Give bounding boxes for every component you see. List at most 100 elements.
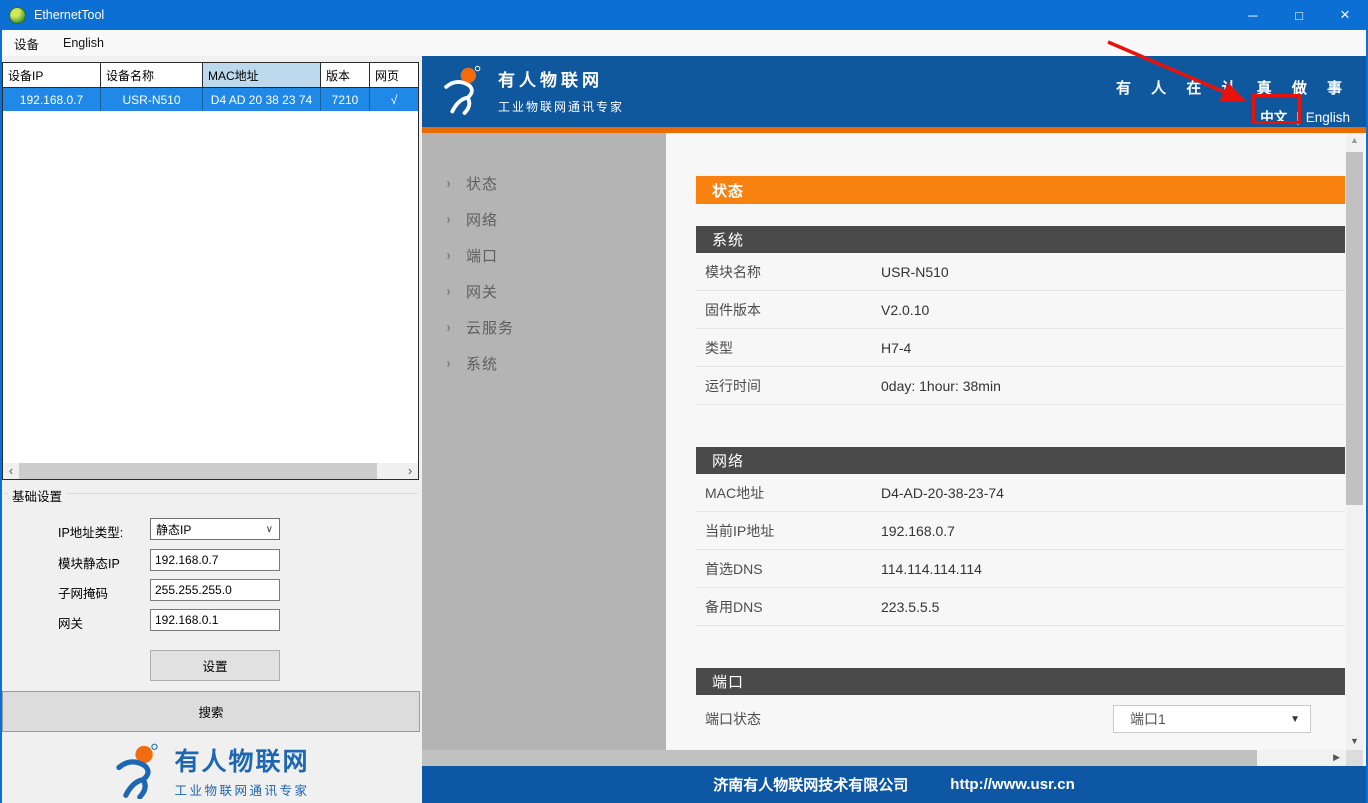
chevron-right-icon: › xyxy=(447,211,451,228)
device-list-hscrollbar[interactable]: ‹ › xyxy=(3,463,418,479)
static-ip-label: 模块静态IP xyxy=(58,553,120,572)
web-footer: 济南有人物联网技术有限公司 http://www.usr.cn xyxy=(422,766,1366,803)
lang-separator: | xyxy=(1296,110,1300,125)
nav-item[interactable]: › 云服务 xyxy=(422,309,666,345)
left-logo-slogan: 工业物联网通讯专家 xyxy=(174,780,309,799)
nav-item-label: 系统 xyxy=(466,353,498,374)
static-ip-field[interactable] xyxy=(150,549,280,571)
lang-chinese-link[interactable]: 中文 xyxy=(1260,110,1296,125)
search-button[interactable]: 搜索 xyxy=(2,691,420,732)
usr-logo: 有人物联网 工业物联网通讯专家 xyxy=(2,738,420,803)
content-section: 系统 模块名称 USR-N510 固件版本 V2.0.10 类型 H7-4 运行… xyxy=(696,226,1345,405)
chevron-right-icon: › xyxy=(447,319,451,336)
nav-item[interactable]: › 系统 xyxy=(422,345,666,381)
ip-type-label: IP地址类型: xyxy=(58,522,123,541)
web-hscrollbar[interactable]: ▶ xyxy=(422,750,1346,766)
web-view: 有人物联网 工业物联网通讯专家 有 人 在 认 真 做 事 中文|English… xyxy=(422,56,1366,803)
info-row: 运行时间 0day: 1hour: 38min xyxy=(696,367,1345,405)
column-header-name[interactable]: 设备名称 xyxy=(101,63,203,87)
scroll-right-icon[interactable]: › xyxy=(402,464,418,478)
web-tagline: 有 人 在 认 真 做 事 xyxy=(1116,77,1350,98)
menu-item-language[interactable]: English xyxy=(53,32,114,54)
vscroll-thumb[interactable] xyxy=(1346,152,1363,505)
info-row: 固件版本 V2.0.10 xyxy=(696,291,1345,329)
port-select[interactable]: 端口1 ▼ xyxy=(1113,705,1311,733)
info-row: 当前IP地址 192.168.0.7 xyxy=(696,512,1345,550)
nav-item[interactable]: › 端口 xyxy=(422,237,666,273)
nav-item[interactable]: › 状态 xyxy=(422,165,666,201)
row-value: 0day: 1hour: 38min xyxy=(881,378,1001,394)
section-rows: MAC地址 D4-AD-20-38-23-74 当前IP地址 192.168.0… xyxy=(696,474,1345,626)
window-title: EthernetTool xyxy=(34,8,104,22)
ip-type-value: 静态IP xyxy=(156,521,191,538)
nav-item-label: 网关 xyxy=(466,281,498,302)
basic-settings-title: 基础设置 xyxy=(8,486,66,505)
web-logo: 有人物联网 工业物联网通讯专家 xyxy=(440,65,624,115)
nav-item-label: 端口 xyxy=(466,245,498,266)
row-label: 当前IP地址 xyxy=(696,521,881,541)
info-row: 备用DNS 223.5.5.5 xyxy=(696,588,1345,626)
maximize-button[interactable]: □ xyxy=(1276,0,1322,30)
ip-type-select[interactable]: 静态IP ∨ xyxy=(150,518,280,540)
footer-url[interactable]: http://www.usr.cn xyxy=(950,776,1074,793)
scroll-down-icon[interactable]: ▼ xyxy=(1346,736,1363,746)
device-name: USR-N510 xyxy=(101,88,203,111)
nav-item[interactable]: › 网关 xyxy=(422,273,666,309)
subnet-mask-label: 子网掩码 xyxy=(58,583,108,602)
close-button[interactable]: × xyxy=(1322,0,1368,30)
info-row: 模块名称 USR-N510 xyxy=(696,253,1345,291)
gateway-label: 网关 xyxy=(58,613,83,632)
device-row[interactable]: 192.168.0.7 USR-N510 D4 AD 20 38 23 74 7… xyxy=(3,88,418,111)
row-label: 模块名称 xyxy=(696,262,881,282)
select-arrow-icon: ▼ xyxy=(1290,714,1310,725)
content-section: 网络 MAC地址 D4-AD-20-38-23-74 当前IP地址 192.16… xyxy=(696,447,1345,626)
section-rows: 端口状态 端口1 ▼ xyxy=(696,695,1345,743)
column-header-mac[interactable]: MAC地址 xyxy=(203,63,321,87)
section-title: 网络 xyxy=(696,447,1345,474)
gateway-field[interactable] xyxy=(150,609,280,631)
column-header-ip[interactable]: 设备IP xyxy=(3,63,101,87)
scroll-up-icon[interactable]: ▲ xyxy=(1346,135,1363,145)
nav-item-label: 状态 xyxy=(466,173,498,194)
set-button[interactable]: 设置 xyxy=(150,650,280,681)
row-value: 192.168.0.7 xyxy=(881,523,955,539)
scroll-left-icon[interactable]: ‹ xyxy=(3,464,19,478)
chevron-down-icon: ∨ xyxy=(266,524,279,535)
left-logo-brand: 有人物联网 xyxy=(174,742,309,778)
hscroll-thumb[interactable] xyxy=(19,463,377,479)
row-label: 类型 xyxy=(696,338,881,358)
nav-item[interactable]: › 网络 xyxy=(422,201,666,237)
info-row: MAC地址 D4-AD-20-38-23-74 xyxy=(696,474,1345,512)
usr-logo-icon xyxy=(440,65,486,115)
column-header-version[interactable]: 版本 xyxy=(321,63,370,87)
lang-english-link[interactable]: English xyxy=(1300,110,1350,125)
column-header-web[interactable]: 网页 xyxy=(370,63,418,87)
device-list-header: 设备IP 设备名称 MAC地址 版本 网页 xyxy=(3,63,418,88)
left-panel: 设备IP 设备名称 MAC地址 版本 网页 192.168.0.7 USR-N5… xyxy=(2,56,422,803)
web-nav: › 状态 › 网络 › 端口 › 网关 › 云服务 › 系统 xyxy=(422,133,666,750)
content-sections: 系统 模块名称 USR-N510 固件版本 V2.0.10 类型 H7-4 运行… xyxy=(696,204,1345,743)
nav-item-label: 网络 xyxy=(466,209,498,230)
window-controls: ─ □ × xyxy=(1230,0,1368,30)
device-version: 7210 xyxy=(321,88,370,111)
subnet-mask-field[interactable] xyxy=(150,579,280,601)
row-value: 114.114.114.114 xyxy=(881,561,982,577)
row-label: 备用DNS xyxy=(696,597,881,617)
device-web-link[interactable]: √ xyxy=(370,88,418,111)
row-label: MAC地址 xyxy=(696,483,881,503)
row-label: 端口状态 xyxy=(696,709,881,729)
web-vscrollbar[interactable]: ▲ ▼ xyxy=(1346,133,1363,750)
web-content: 状态 系统 模块名称 USR-N510 固件版本 V2.0.10 类型 H7-4… xyxy=(666,133,1366,750)
groupbox-line xyxy=(4,493,418,494)
content-section: 端口 端口状态 端口1 ▼ xyxy=(696,668,1345,743)
device-mac: D4 AD 20 38 23 74 xyxy=(203,88,321,111)
info-row: 端口状态 端口1 ▼ xyxy=(696,695,1345,743)
minimize-button[interactable]: ─ xyxy=(1230,0,1276,30)
menu-item-device[interactable]: 设备 xyxy=(4,30,49,57)
hscroll-thumb[interactable] xyxy=(422,750,1257,766)
chevron-right-icon: › xyxy=(447,247,451,264)
usr-logo-icon xyxy=(112,743,164,799)
chevron-right-icon: › xyxy=(447,355,451,372)
title-bar: EthernetTool ─ □ × xyxy=(0,0,1368,30)
scroll-right-icon[interactable]: ▶ xyxy=(1333,752,1340,763)
